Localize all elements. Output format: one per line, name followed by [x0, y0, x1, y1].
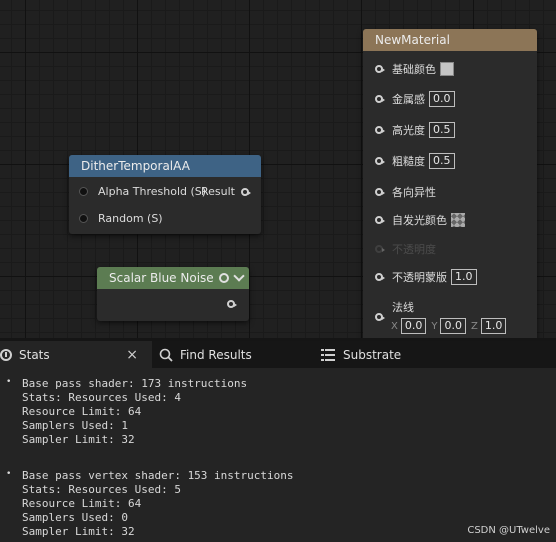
- alpha-threshold-input-pin[interactable]: [79, 187, 88, 196]
- scalar-output-pin[interactable]: [227, 300, 237, 308]
- stats-line: Sampler Limit: 32: [22, 433, 135, 446]
- specular-pin-row[interactable]: 高光度 0.5: [375, 122, 455, 138]
- dither-temporal-aa-node[interactable]: DitherTemporalAA Alpha Threshold (S) Res…: [69, 155, 261, 234]
- stats-line: Base pass shader: 173 instructions: [22, 377, 248, 390]
- stats-line: Stats: Resources Used: 4: [22, 391, 181, 404]
- result-label: Result: [201, 185, 235, 198]
- emissive-label: 自发光颜色: [392, 214, 447, 227]
- opacity-mask-pin[interactable]: [375, 273, 385, 281]
- normal-pin[interactable]: [375, 313, 385, 321]
- opacity-pin: [375, 245, 385, 253]
- stats-line: Samplers Used: 1: [22, 419, 128, 432]
- base-color-pin-row[interactable]: 基础颜色: [375, 61, 454, 77]
- specular-label: 高光度: [392, 124, 425, 137]
- tab-stats[interactable]: Stats ×: [0, 341, 152, 368]
- stats-line: Samplers Used: 0: [22, 511, 128, 524]
- opacity-mask-pin-row[interactable]: 不透明蒙版 1.0: [375, 269, 477, 285]
- stats-panel: • Base pass shader: 173 instructions Sta…: [0, 368, 556, 542]
- normal-y-label: Y: [431, 320, 438, 332]
- stats-line: Base pass vertex shader: 153 instruction…: [22, 469, 294, 482]
- opacity-mask-value[interactable]: 1.0: [451, 269, 477, 285]
- tab-substrate[interactable]: Substrate: [321, 341, 471, 368]
- stats-line: Resource Limit: 64: [22, 497, 142, 510]
- alpha-threshold-pin-row[interactable]: Alpha Threshold (S): [79, 185, 206, 198]
- chevron-down-icon[interactable]: [233, 270, 245, 282]
- normal-x-value[interactable]: 0.0: [400, 318, 427, 334]
- metallic-value[interactable]: 0.0: [429, 91, 455, 107]
- node-title: Scalar Blue Noise: [97, 267, 249, 289]
- base-color-pin[interactable]: [375, 65, 385, 73]
- new-material-node[interactable]: NewMaterial 基础颜色 金属感 0.0 高光度 0.5 粗糙度 0.5…: [363, 29, 537, 338]
- opacity-mask-label: 不透明蒙版: [392, 271, 447, 284]
- material-graph-canvas[interactable]: DitherTemporalAA Alpha Threshold (S) Res…: [0, 0, 556, 338]
- watermark: CSDN @UTwelve: [467, 525, 550, 536]
- panel-tab-bar: Stats × Find Results Substrate: [0, 341, 556, 368]
- normal-z-label: Z: [470, 320, 478, 332]
- scalar-blue-noise-node[interactable]: Scalar Blue Noise: [97, 267, 249, 321]
- anisotropy-pin-row[interactable]: 各向异性: [375, 184, 436, 200]
- preview-toggle-icon[interactable]: [219, 273, 229, 283]
- normal-x-label: X: [391, 320, 398, 332]
- metallic-label: 金属感: [392, 93, 425, 106]
- metallic-pin[interactable]: [375, 95, 385, 103]
- tab-stats-label: Stats: [19, 347, 50, 362]
- search-icon: [159, 348, 173, 362]
- opacity-label: 不透明度: [392, 243, 436, 256]
- roughness-pin-row[interactable]: 粗糙度 0.5: [375, 153, 455, 169]
- anisotropy-pin[interactable]: [375, 188, 385, 196]
- specular-pin[interactable]: [375, 126, 385, 134]
- random-label: Random (S): [98, 212, 163, 225]
- stats-icon: [0, 348, 12, 361]
- node-title: NewMaterial: [363, 29, 537, 51]
- scalar-blue-noise-title: Scalar Blue Noise: [109, 271, 214, 285]
- alpha-threshold-label: Alpha Threshold (S): [98, 185, 207, 198]
- stats-block-base-pass: • Base pass shader: 173 instructions Sta…: [0, 377, 556, 447]
- roughness-value[interactable]: 0.5: [429, 153, 455, 169]
- roughness-pin[interactable]: [375, 157, 385, 165]
- emissive-pin-row[interactable]: 自发光颜色: [375, 212, 465, 228]
- close-icon[interactable]: ×: [126, 347, 138, 363]
- stats-line: Stats: Resources Used: 5: [22, 483, 181, 496]
- tab-find-results-label: Find Results: [180, 347, 252, 362]
- result-output-pin[interactable]: [241, 187, 251, 196]
- opacity-pin-row: 不透明度: [375, 241, 436, 257]
- anisotropy-label: 各向异性: [392, 186, 436, 199]
- tab-find-results[interactable]: Find Results: [159, 341, 309, 368]
- bullet: •: [6, 377, 12, 387]
- normal-label: 法线: [392, 301, 414, 314]
- scalar-output-pin-row[interactable]: [227, 300, 237, 308]
- list-icon: [321, 348, 335, 361]
- emissive-color-swatch[interactable]: [451, 213, 465, 227]
- emissive-pin[interactable]: [375, 216, 385, 224]
- specular-value[interactable]: 0.5: [429, 122, 455, 138]
- random-input-pin[interactable]: [79, 214, 88, 223]
- node-title: DitherTemporalAA: [69, 155, 261, 177]
- roughness-label: 粗糙度: [392, 155, 425, 168]
- base-color-swatch[interactable]: [440, 62, 454, 76]
- bullet: •: [6, 469, 12, 479]
- base-color-label: 基础颜色: [392, 63, 436, 76]
- normal-y-value[interactable]: 0.0: [440, 318, 466, 334]
- result-pin-row[interactable]: Result: [201, 185, 251, 198]
- random-pin-row[interactable]: Random (S): [79, 212, 163, 225]
- normal-pin-row[interactable]: 法线 X 0.0 Y 0.0 Z 1.0: [375, 299, 507, 334]
- stats-line: Resource Limit: 64: [22, 405, 142, 418]
- normal-z-value[interactable]: 1.0: [480, 318, 507, 334]
- metallic-pin-row[interactable]: 金属感 0.0: [375, 91, 455, 107]
- tab-substrate-label: Substrate: [343, 347, 402, 362]
